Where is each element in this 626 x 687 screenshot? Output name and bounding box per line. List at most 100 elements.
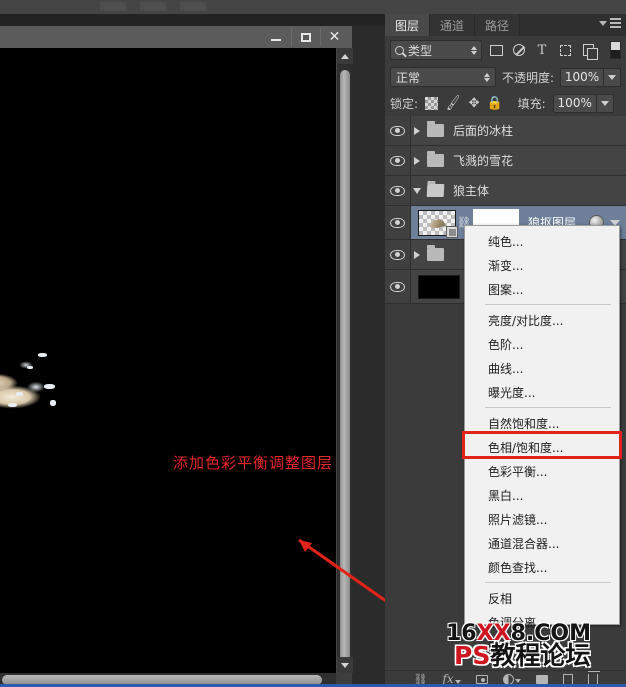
canvas-vertical-scrollbar[interactable] [336,48,353,673]
delete-layer-icon[interactable] [587,670,600,685]
snow-fleck [16,392,23,396]
add-layer-mask-icon[interactable] [475,674,488,684]
layer-thumbnail[interactable] [418,209,458,238]
lock-image-pixels-icon[interactable]: 🖌 [444,94,463,112]
snow-fleck [27,366,33,369]
adjustment-layer-filter-icon[interactable] [510,41,528,59]
maximize-button[interactable] [291,28,319,46]
menu-item-black-white[interactable]: 黑白... [465,483,619,507]
search-icon [395,45,404,55]
layer-visibility-toggle[interactable] [385,270,411,303]
eye-icon [390,249,405,260]
menu-item-vibrance[interactable]: 自然饱和度... [465,411,619,435]
lock-all-icon[interactable]: 🔒 [486,96,502,111]
chevron-right-icon [414,250,420,259]
layer-row-group-2[interactable]: 狼主体 [385,176,626,206]
eye-icon [390,155,405,166]
scroll-down-icon[interactable] [337,657,353,673]
folder-icon [427,121,444,137]
group-expand-toggle[interactable] [411,126,423,135]
new-group-icon[interactable] [535,674,548,684]
fill-input[interactable]: 100% [552,93,597,113]
menu-item-hue-saturation[interactable]: 色相/饱和度... [465,435,619,459]
group-collapse-toggle[interactable] [411,187,423,194]
menu-item-solid-color[interactable]: 纯色... [465,229,619,253]
menu-item-exposure[interactable]: 曝光度... [465,380,619,404]
ghost-button-1 [100,2,126,11]
filter-kind-select[interactable]: 类型 [390,40,482,60]
eye-icon [390,125,405,136]
menu-item-color-balance[interactable]: 色彩平衡... [465,459,619,483]
menu-item-pattern[interactable]: 图案... [465,277,619,301]
group-expand-toggle[interactable] [411,250,423,259]
snow-fleck [44,384,55,389]
pixel-layer-filter-icon[interactable] [487,41,505,59]
layer-row-group-1[interactable]: 飞溅的雪花 [385,146,626,176]
layer-visibility-toggle[interactable] [385,146,411,175]
menu-item-brightness-contrast[interactable]: 亮度/对比度... [465,308,619,332]
snow-fleck [8,403,17,407]
menu-item-color-lookup[interactable]: 颜色查找... [465,555,619,579]
smart-object-filter-icon[interactable] [579,41,598,60]
fill-dropdown-icon[interactable] [596,93,614,113]
tab-channels[interactable]: 通道 [430,14,476,36]
menu-separator [485,407,611,408]
lock-transparent-pixels-icon[interactable] [425,96,439,110]
panel-gap-column [352,26,385,687]
close-button[interactable]: ✕ [320,28,348,46]
opacity-dropdown-icon[interactable] [604,67,621,87]
scroll-up-icon[interactable] [337,48,353,64]
tab-layers-label: 图层 [395,18,420,33]
layer-visibility-toggle[interactable] [385,116,411,145]
layer-visibility-toggle[interactable] [385,240,411,269]
hamburger-icon [610,18,621,28]
menu-item-invert[interactable]: 反相 [465,586,619,610]
menu-separator [485,582,611,583]
ghost-button-2 [140,2,166,11]
menu-item-levels[interactable]: 色阶... [465,332,619,356]
top-strip [0,0,626,14]
shape-layer-filter-icon[interactable] [556,41,574,59]
blend-mode-select[interactable]: 正常 [390,67,496,87]
layer-row-group-0[interactable]: 后面的冰柱 [385,116,626,146]
group-expand-toggle[interactable] [411,156,423,165]
type-layer-filter-icon[interactable]: T [533,41,551,59]
layer-name: 狼主体 [453,184,490,198]
layer-visibility-toggle[interactable] [385,176,411,205]
chevron-right-icon [414,156,420,165]
menu-item-posterize[interactable]: 色调分离... [465,610,619,634]
tab-paths[interactable]: 路径 [475,14,521,36]
eye-icon [390,217,405,228]
menu-item-photo-filter[interactable]: 照片滤镜... [465,507,619,531]
layer-thumbnail-badge [446,225,458,238]
image-canvas[interactable] [0,48,336,673]
chevron-right-icon [414,126,420,135]
opacity-input[interactable]: 100% [560,67,604,87]
layer-name: 飞溅的雪花 [453,154,514,168]
menu-item-curves[interactable]: 曲线... [465,356,619,380]
menu-item-channel-mixer[interactable]: 通道混合器... [465,531,619,555]
panel-menu-button[interactable] [599,18,621,28]
filter-enable-toggle[interactable] [610,41,621,59]
menu-item-gradient[interactable]: 渐变... [465,253,619,277]
chevron-updown-icon [471,45,477,55]
filter-kind-label: 类型 [408,43,433,58]
lock-row: 锁定: 🖌 ✥ 🔒 填充: 100% [385,90,626,116]
eye-icon [390,185,405,196]
photoshop-screenshot: ✕ 添加色彩平衡调整图层 图层 通道 路径 类型 T 正常 不透明度: 100%… [0,0,626,687]
adjustment-layer-context-menu[interactable]: 纯色... 渐变... 图案... 亮度/对比度... 色阶... 曲线... … [464,225,620,654]
new-adjustment-layer-icon[interactable] [502,673,521,685]
lock-position-icon[interactable]: ✥ [469,96,480,111]
ghost-button-3 [180,2,206,11]
layer-thumbnail[interactable] [418,274,460,299]
lock-label: 锁定: [390,96,419,111]
folder-icon [427,151,444,167]
minimize-button[interactable] [262,28,290,46]
vertical-scroll-thumb[interactable] [340,70,350,670]
tab-paths-label: 路径 [485,18,510,33]
tab-layers[interactable]: 图层 [385,14,431,36]
layer-visibility-toggle[interactable] [385,206,411,239]
window-buttons: ✕ [262,28,348,46]
new-layer-icon[interactable] [562,673,573,685]
menu-item-threshold[interactable]: 阈值... [465,634,619,658]
